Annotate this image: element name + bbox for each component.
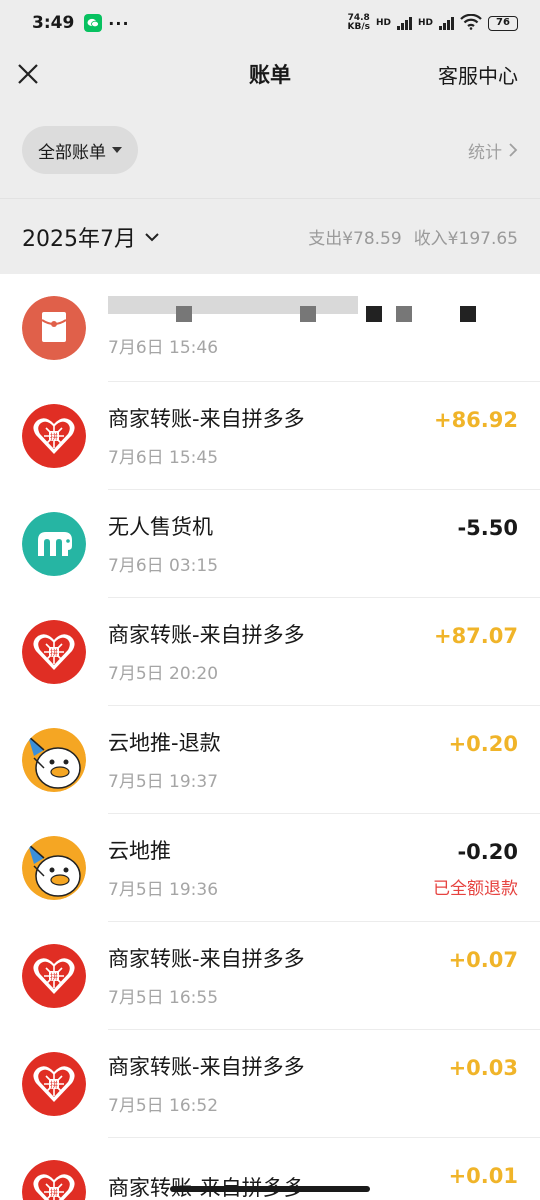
filter-row: 全部账单 统计 bbox=[0, 102, 540, 198]
transaction-row[interactable]: 拼 商家转账-来自拼多多 7月5日 16:55 +0.07 bbox=[0, 922, 540, 1030]
transaction-title: 商家转账-来自拼多多 bbox=[108, 407, 305, 431]
transaction-title: 无人售货机 bbox=[108, 515, 213, 539]
pinduoduo-logo-icon: 拼 bbox=[22, 404, 86, 468]
transaction-time: 7月5日 19:36 bbox=[108, 880, 219, 900]
svg-text:拼: 拼 bbox=[50, 432, 58, 442]
pinduoduo-logo-icon: 拼 bbox=[22, 1160, 86, 1200]
redacted-block bbox=[176, 306, 192, 322]
hd-label: HD bbox=[375, 18, 391, 28]
svg-text:拼: 拼 bbox=[50, 972, 58, 982]
transaction-title: 商家转账-来自拼多多 bbox=[108, 623, 305, 647]
transaction-time: 7月6日 15:46 bbox=[108, 338, 219, 358]
statistics-link[interactable]: 统计 bbox=[468, 138, 518, 163]
transaction-time: 7月6日 03:15 bbox=[108, 556, 219, 576]
transaction-time: 7月5日 16:52 bbox=[108, 1096, 219, 1116]
redacted-title bbox=[108, 296, 358, 314]
redacted-block bbox=[366, 306, 382, 322]
status-indicators: 74.8 KB/s HD HD 76 bbox=[347, 13, 518, 33]
transaction-row[interactable]: 拼 商家转账-来自拼多多 7月5日 16:52 +0.03 bbox=[0, 1030, 540, 1138]
customer-service-link[interactable]: 客服中心 bbox=[438, 60, 518, 89]
wechat-notification-icon bbox=[84, 14, 103, 32]
transaction-time: 7月6日 15:45 bbox=[108, 448, 219, 468]
bill-type-filter-label: 全部账单 bbox=[38, 142, 106, 163]
cellular-signal-icon-2 bbox=[439, 16, 454, 30]
svg-text:拼: 拼 bbox=[50, 648, 58, 658]
pinduoduo-logo-icon: 拼 bbox=[22, 1052, 86, 1116]
transaction-amount: +0.20 bbox=[448, 732, 518, 756]
wifi-icon bbox=[460, 13, 482, 33]
transaction-list: 7月6日 15:46 拼商家转账-来自拼多多 7月6日 15:45 +86.92 无人… bbox=[0, 274, 540, 1200]
caret-down-icon bbox=[112, 147, 122, 153]
chevron-right-icon bbox=[509, 143, 518, 157]
transaction-row[interactable]: 拼 商家转账-来自拼多多 7月5日 20:20 +87.07 bbox=[0, 598, 540, 706]
transaction-time: 7月5日 19:37 bbox=[108, 772, 219, 792]
close-button[interactable] bbox=[16, 62, 40, 86]
transaction-amount: +0.03 bbox=[448, 1056, 518, 1080]
red-packet-icon bbox=[22, 296, 86, 360]
transaction-amount: +0.07 bbox=[448, 948, 518, 972]
transaction-amount: +0.01 bbox=[448, 1164, 518, 1188]
transaction-row[interactable]: 云地推-退款 7月5日 19:37 +0.20 bbox=[0, 706, 540, 814]
bill-type-filter[interactable]: 全部账单 bbox=[22, 126, 138, 174]
month-summary-row: 2025年7月 支出¥78.59 收入¥197.65 bbox=[0, 198, 540, 274]
transaction-time: 7月5日 16:55 bbox=[108, 988, 219, 1008]
hd-label-2: HD bbox=[417, 18, 433, 28]
status-bar: 3:49 ··· 74.8 KB/s HD HD 76 bbox=[0, 0, 540, 46]
month-label: 2025年7月 bbox=[22, 226, 136, 252]
chevron-down-icon bbox=[145, 232, 159, 241]
yunditui-duck-icon bbox=[22, 728, 86, 792]
transaction-row[interactable]: 云地推 7月5日 19:36 -0.20 已全额退款 bbox=[0, 814, 540, 922]
battery-icon: 76 bbox=[488, 15, 518, 31]
statistics-label: 统计 bbox=[468, 142, 502, 163]
refund-status: 已全额退款 bbox=[433, 879, 518, 899]
transaction-title: 商家转账-来自拼多多 bbox=[108, 1055, 305, 1079]
more-notifications-icon: ··· bbox=[108, 13, 130, 33]
month-picker[interactable]: 2025年7月 bbox=[22, 221, 160, 253]
transaction-time: 7月5日 20:20 bbox=[108, 664, 219, 684]
month-expense: 支出¥78.59 bbox=[308, 229, 402, 249]
svg-text:拼: 拼 bbox=[50, 1080, 58, 1090]
redacted-block bbox=[300, 306, 316, 322]
vending-machine-icon bbox=[22, 512, 86, 576]
status-time: 3:49 bbox=[32, 13, 75, 33]
yunditui-duck-icon bbox=[22, 836, 86, 900]
transaction-row[interactable]: 拼 商家转账-来自拼多多 7月6日 15:45 +86.92 bbox=[0, 382, 540, 490]
transaction-title: 云地推-退款 bbox=[108, 731, 221, 755]
month-income: 收入¥197.65 bbox=[413, 229, 518, 249]
month-totals: 支出¥78.59 收入¥197.65 bbox=[308, 224, 518, 249]
transaction-row[interactable]: 无人售货机 7月6日 03:15 -5.50 bbox=[0, 490, 540, 598]
redacted-block bbox=[396, 306, 412, 322]
transaction-amount: -5.50 bbox=[457, 516, 518, 540]
svg-text:拼: 拼 bbox=[50, 1188, 58, 1198]
pinduoduo-logo-icon: 拼 bbox=[22, 944, 86, 1008]
cellular-signal-icon bbox=[396, 16, 412, 30]
close-icon bbox=[18, 64, 38, 84]
transaction-title: 商家转账-来自拼多多 bbox=[108, 947, 305, 971]
transaction-amount: +86.92 bbox=[433, 408, 518, 432]
nav-bar: 账单 客服中心 bbox=[0, 46, 540, 102]
home-indicator[interactable] bbox=[170, 1186, 370, 1192]
transaction-row[interactable]: 7月6日 15:46 bbox=[0, 274, 540, 382]
pinduoduo-logo-icon: 拼 bbox=[22, 620, 86, 684]
transaction-amount: -0.20 bbox=[457, 840, 518, 864]
transaction-amount: +87.07 bbox=[433, 624, 518, 648]
redacted-amount bbox=[460, 306, 476, 322]
network-speed: 74.8 KB/s bbox=[347, 13, 370, 32]
transaction-title: 云地推 bbox=[108, 839, 171, 863]
